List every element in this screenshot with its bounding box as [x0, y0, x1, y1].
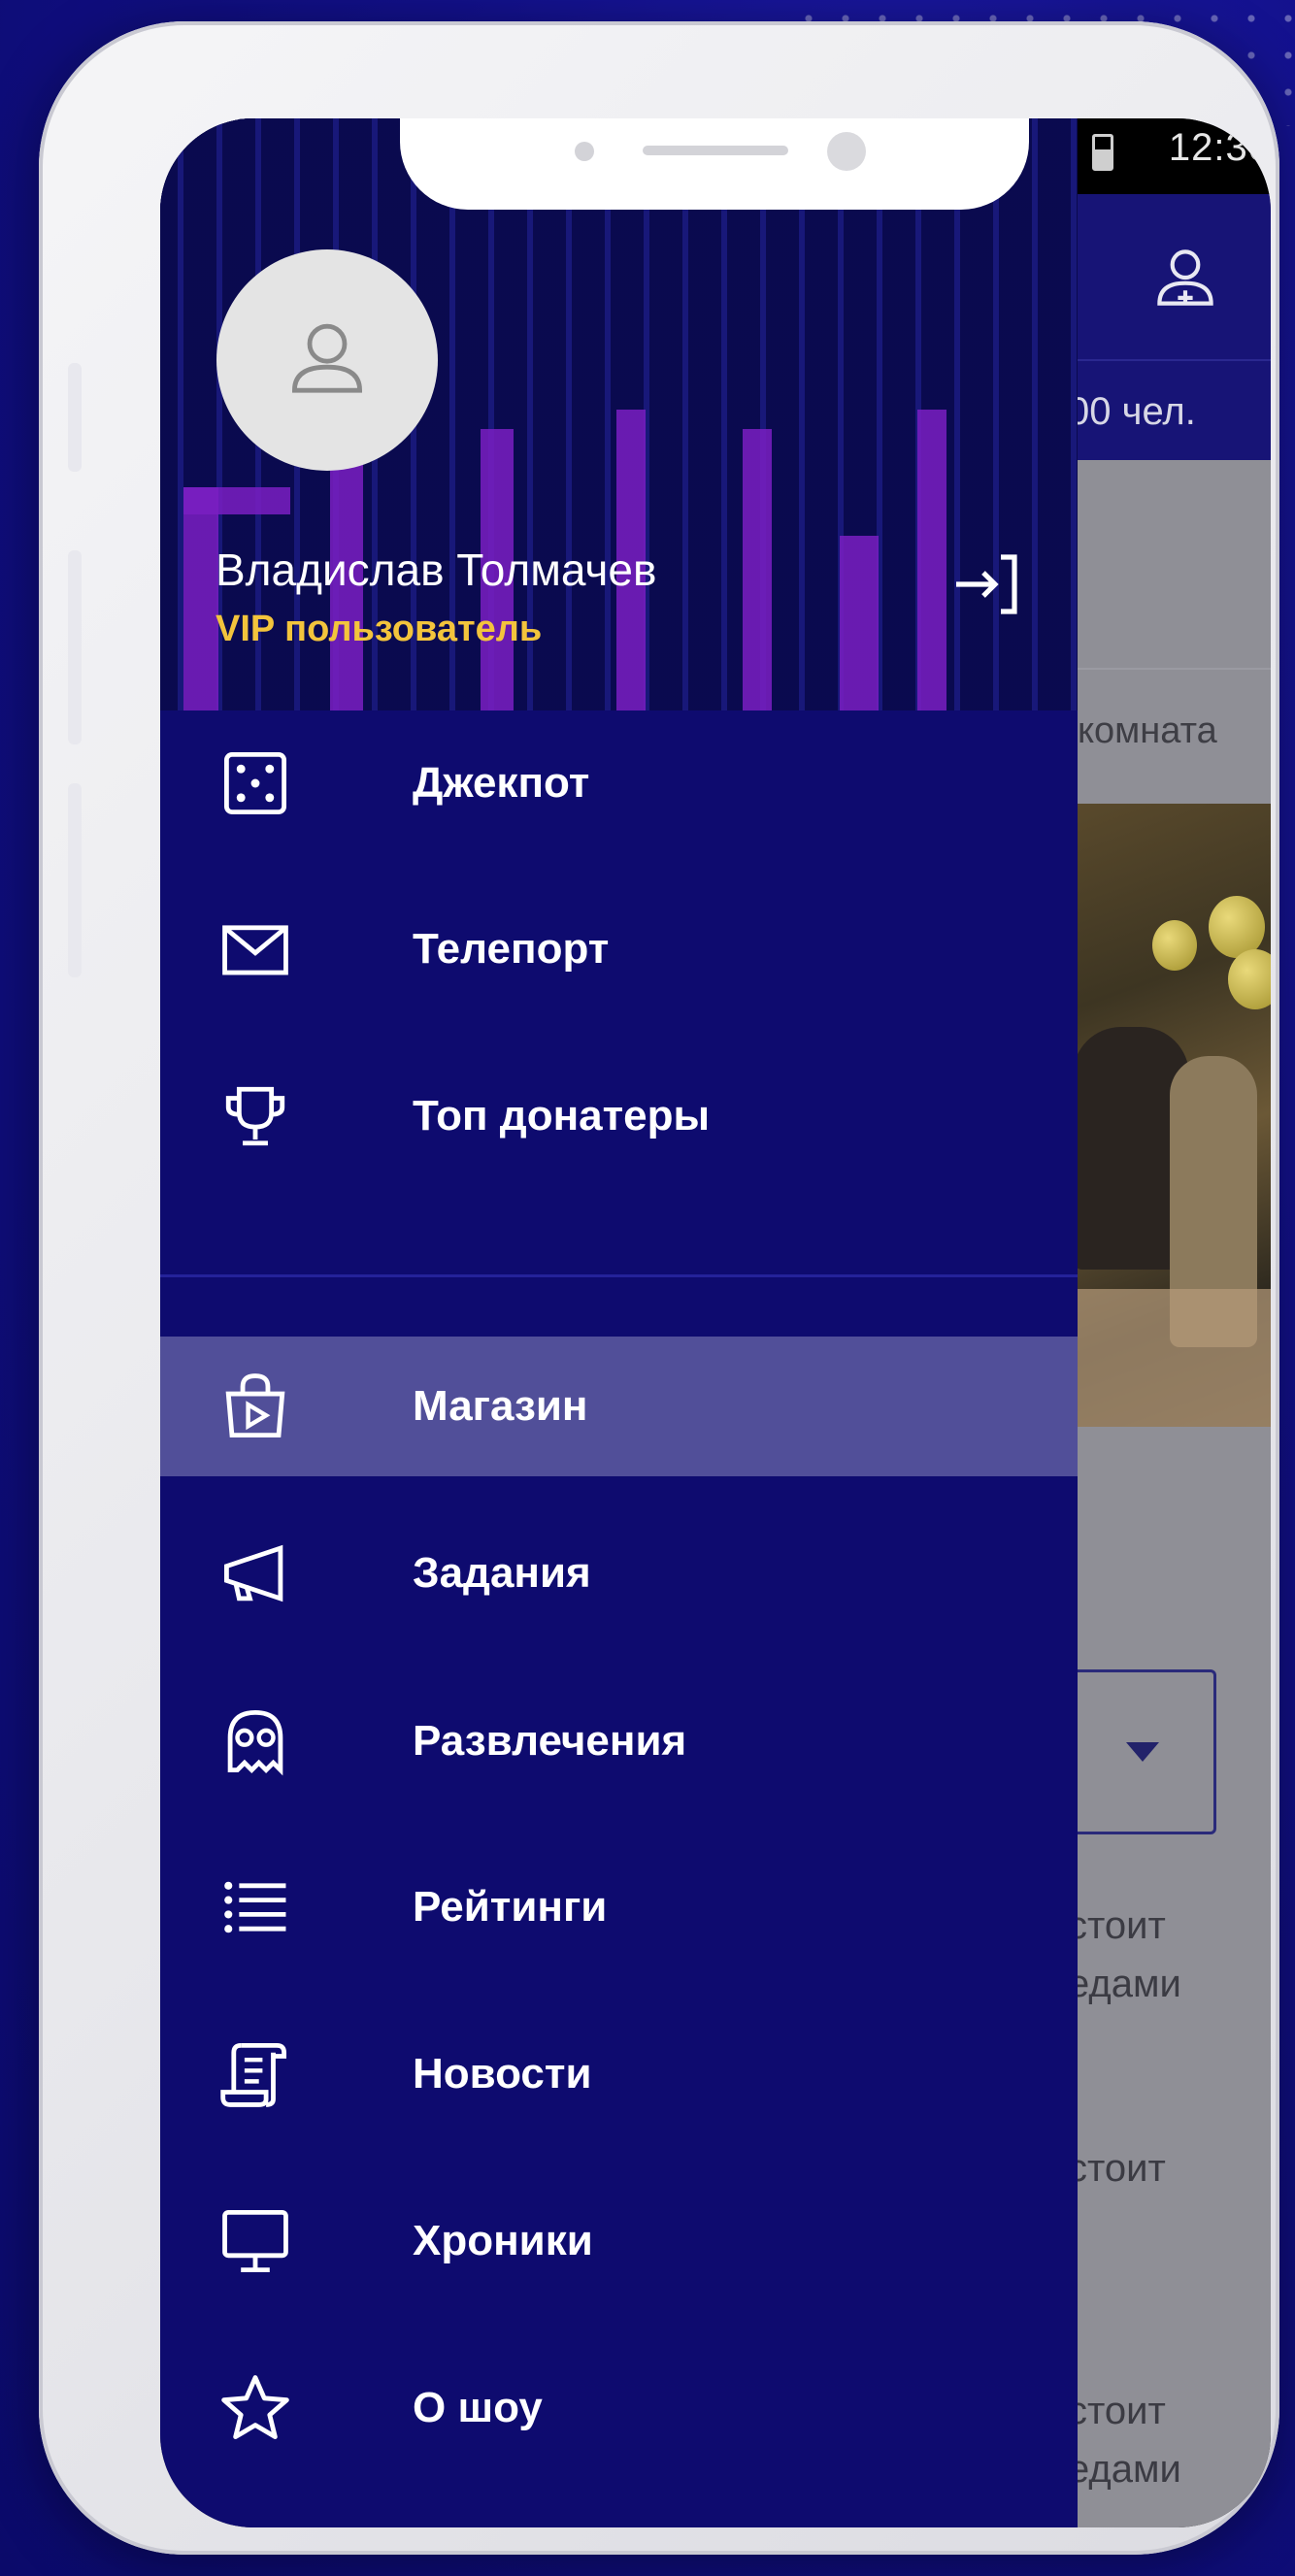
menu-item-label: Телепорт — [413, 925, 610, 973]
menu-item-shop[interactable]: Магазин — [160, 1337, 1078, 1476]
text-fragment: стоит — [1068, 2147, 1166, 2190]
phone-screen: 12:30 00 чел. комната стоит едами стоит … — [160, 118, 1271, 2527]
chevron-down-icon — [1126, 1742, 1159, 1762]
dice-icon — [216, 744, 294, 822]
menu-item-tasks[interactable]: Задания — [160, 1503, 1078, 1643]
envelope-icon — [216, 910, 294, 988]
phone-frame: 12:30 00 чел. комната стоит едами стоит … — [39, 21, 1279, 2555]
star-icon — [216, 2369, 294, 2447]
menu-item-teleport[interactable]: Телепорт — [160, 879, 1078, 1019]
menu-item-top-donators[interactable]: Топ донатеры — [160, 1046, 1078, 1186]
text-fragment: едами — [1068, 1963, 1181, 2005]
menu-item-about-show[interactable]: О шоу — [160, 2338, 1078, 2478]
logout-icon[interactable] — [948, 545, 1026, 623]
status-time: 12:30 — [1168, 126, 1271, 169]
user-icon — [291, 323, 363, 393]
participants-count: 00 чел. — [1068, 390, 1196, 433]
user-name: Владислав Толмачев — [216, 545, 657, 595]
room-label: комната — [1078, 710, 1217, 751]
menu-item-label: Хроники — [413, 2217, 593, 2264]
menu-item-chronicles[interactable]: Хроники — [160, 2171, 1078, 2311]
battery-icon — [1092, 134, 1113, 171]
event-photo[interactable] — [1063, 804, 1271, 1427]
trophy-icon — [216, 1077, 294, 1155]
text-fragment: едами — [1068, 2448, 1181, 2491]
menu-item-label: Задания — [413, 1549, 591, 1597]
text-fragment: стоит — [1068, 2390, 1166, 2432]
add-user-icon[interactable] — [1148, 241, 1222, 314]
menu-item-label: Новости — [413, 2050, 592, 2097]
user-status-badge: VIP пользователь — [216, 609, 543, 649]
phone-side-button — [68, 783, 82, 977]
menu-item-news[interactable]: Новости — [160, 2004, 1078, 2144]
megaphone-icon — [216, 1535, 294, 1612]
avatar[interactable] — [216, 249, 438, 471]
list-icon — [216, 1868, 294, 1946]
text-fragment: стоит — [1068, 1904, 1166, 1947]
menu-item-ratings[interactable]: Рейтинги — [160, 1837, 1078, 1977]
menu-divider — [160, 1274, 1078, 1277]
shopping-bag-icon — [216, 1368, 294, 1445]
phone-side-button — [68, 363, 82, 472]
navigation-drawer: Владислав Толмачев VIP пользователь Джек… — [160, 118, 1078, 2527]
menu-item-label: О шоу — [413, 2384, 543, 2431]
menu-item-label: Топ донатеры — [413, 1092, 711, 1139]
menu-item-entertainment[interactable]: Развлечения — [160, 1671, 1078, 1811]
menu-item-label: Развлечения — [413, 1717, 687, 1765]
monitor-icon — [216, 2202, 294, 2280]
scroll-icon — [216, 2035, 294, 2113]
ghost-icon — [216, 1702, 294, 1780]
menu-item-label: Рейтинги — [413, 1883, 608, 1931]
menu-item-label: Магазин — [413, 1382, 588, 1430]
menu-item-jackpot[interactable]: Джекпот — [160, 713, 1078, 853]
phone-notch — [400, 118, 1029, 210]
phone-side-button — [68, 550, 82, 744]
menu-item-label: Джекпот — [413, 759, 590, 807]
